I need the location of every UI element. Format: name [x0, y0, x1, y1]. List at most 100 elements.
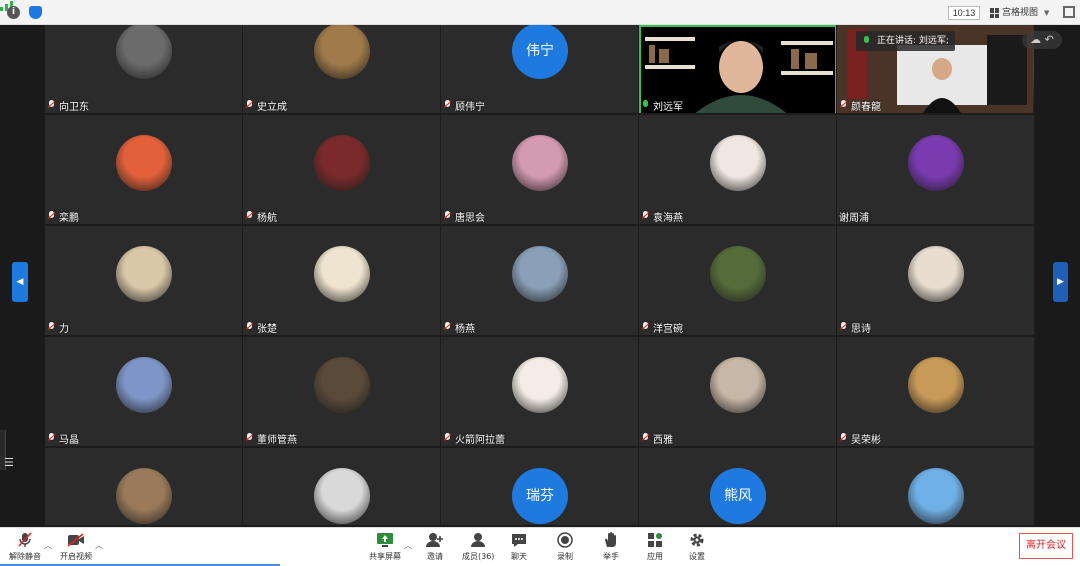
video-off-icon	[67, 531, 85, 549]
speaking-indicator: 正在讲话: 刘远军;	[856, 31, 955, 51]
avatar	[116, 135, 172, 191]
avatar	[512, 135, 568, 191]
mute-label: 解除静音	[9, 552, 41, 561]
grid-view-icon	[990, 8, 1000, 18]
participant-tile[interactable]: 袁海燕	[639, 115, 837, 226]
participant-name: 西雅	[641, 431, 673, 446]
avatar	[314, 468, 370, 524]
participant-name-label: 吴荣彬	[851, 434, 881, 446]
participant-tile[interactable]: 史立成	[243, 25, 441, 115]
participant-name-label: 杨燕	[455, 323, 475, 335]
participant-tile[interactable]	[837, 448, 1035, 527]
participant-name: 洋宫碗	[641, 320, 683, 335]
participant-tile[interactable]: 张楚	[243, 226, 441, 337]
info-icon[interactable]: i	[7, 6, 20, 19]
gear-icon	[688, 531, 706, 549]
participant-tile[interactable]	[243, 448, 441, 527]
chevron-up-icon[interactable]: ︿	[404, 540, 412, 551]
participant-tile[interactable]: 力	[45, 226, 243, 337]
avatar	[710, 246, 766, 302]
chevron-up-icon[interactable]: ︿	[44, 540, 52, 551]
mic-off-icon	[47, 210, 56, 222]
participant-tile[interactable]: 谢周浦	[837, 115, 1035, 226]
participant-name: 向卫东	[47, 98, 89, 113]
invite-label: 邀请	[427, 552, 443, 561]
fullscreen-icon[interactable]	[1063, 6, 1075, 18]
avatar	[908, 135, 964, 191]
participant-tile[interactable]	[45, 448, 243, 527]
participant-tile[interactable]: 杨燕	[441, 226, 639, 337]
mic-off-icon	[641, 321, 650, 333]
participant-tile[interactable]: 熊风	[639, 448, 837, 527]
participant-name: 谢周浦	[839, 209, 869, 224]
participant-name-label: 唐思会	[455, 212, 485, 224]
participant-name: 袁海燕	[641, 209, 683, 224]
participant-name-label: 思诗	[851, 323, 871, 335]
hand-icon	[602, 531, 620, 549]
mute-button[interactable]: 解除静音	[9, 531, 41, 562]
participant-name-label: 火箭阿拉蕾	[455, 434, 505, 446]
avatar	[710, 135, 766, 191]
participant-tile[interactable]: 瑞芬	[441, 448, 639, 527]
avatar	[314, 135, 370, 191]
chat-label: 聊天	[511, 552, 527, 561]
speaker-controls[interactable]: ☁ ↶	[1022, 31, 1062, 49]
shield-icon[interactable]	[29, 6, 42, 19]
participant-tile[interactable]: 向卫东	[45, 25, 243, 115]
avatar	[908, 468, 964, 524]
participant-tile[interactable]: 洋宫碗	[639, 226, 837, 337]
mic-off-icon	[245, 321, 254, 333]
participant-tile[interactable]: 刘远军	[639, 25, 837, 115]
settings-button[interactable]: 设置	[688, 531, 706, 562]
avatar	[116, 246, 172, 302]
participant-tile[interactable]: 火箭阿拉蕾	[441, 337, 639, 448]
participant-name: 杨航	[245, 209, 277, 224]
mic-off-icon	[47, 321, 56, 333]
avatar: 熊风	[710, 468, 766, 524]
participant-name-label: 洋宫碗	[653, 323, 683, 335]
mic-off-icon	[443, 210, 452, 222]
leave-meeting-button[interactable]: 离开会议	[1019, 533, 1073, 559]
participant-name: 唐思会	[443, 209, 485, 224]
participant-name-label: 刘远军	[653, 101, 683, 113]
chevron-up-icon[interactable]: ︿	[95, 540, 103, 551]
apps-icon	[646, 531, 664, 549]
mic-off-icon	[443, 321, 452, 333]
participant-tile[interactable]: 栾鹏	[45, 115, 243, 226]
view-mode-dropdown[interactable]: 宫格视图 ▼	[990, 6, 1049, 20]
participant-tile[interactable]: 思诗	[837, 226, 1035, 337]
add-user-icon	[426, 531, 444, 549]
share-screen-button[interactable]: 共享屏幕	[369, 531, 401, 562]
raise-hand-button[interactable]: 举手	[602, 531, 620, 562]
mic-off-icon	[839, 321, 848, 333]
avatar: 瑞芬	[512, 468, 568, 524]
video-button[interactable]: 开启视频	[60, 531, 92, 562]
participant-list-icon[interactable]: ☰	[4, 456, 20, 470]
apps-button[interactable]: 应用	[646, 531, 664, 562]
chevron-down-icon: ▼	[1044, 9, 1050, 17]
participant-tile[interactable]: 西雅	[639, 337, 837, 448]
participant-tile[interactable]: 杨航	[243, 115, 441, 226]
participant-name-label: 杨航	[257, 212, 277, 224]
participant-name-label: 力	[59, 323, 69, 335]
apps-label: 应用	[647, 552, 663, 561]
avatar	[908, 357, 964, 413]
participant-tile[interactable]: 唐思会	[441, 115, 639, 226]
participant-name: 火箭阿拉蕾	[443, 431, 505, 446]
record-button[interactable]: 录制	[556, 531, 574, 562]
participant-tile[interactable]: 马晶	[45, 337, 243, 448]
avatar: 伟宁	[512, 25, 568, 79]
avatar	[710, 357, 766, 413]
members-button[interactable]: 成员(36)	[462, 531, 494, 562]
participant-tile[interactable]: 吴荣彬	[837, 337, 1035, 448]
record-icon	[556, 531, 574, 549]
members-icon	[469, 531, 487, 549]
participant-name-label: 向卫东	[59, 101, 89, 113]
invite-button[interactable]: 邀请	[426, 531, 444, 562]
next-page-button[interactable]: ▶	[1053, 262, 1068, 302]
prev-page-button[interactable]: ◀	[12, 262, 28, 302]
participant-tile[interactable]: 董师管燕	[243, 337, 441, 448]
chat-button[interactable]: 聊天	[510, 531, 528, 562]
mic-off-icon	[245, 210, 254, 222]
participant-tile[interactable]: 伟宁 顾伟宁	[441, 25, 639, 115]
